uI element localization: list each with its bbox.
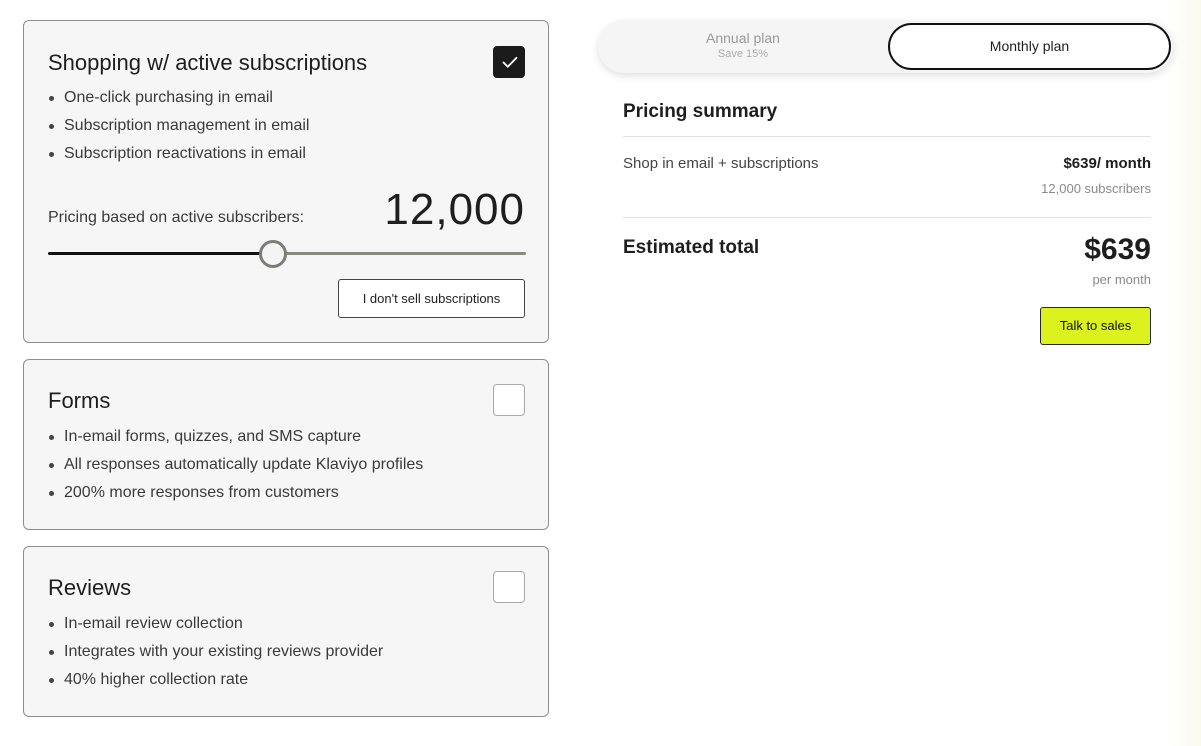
reviews-feature-list: In-email review collection Integrates wi… xyxy=(48,610,383,694)
talk-to-sales-button[interactable]: Talk to sales xyxy=(1040,307,1151,345)
bullet-icon xyxy=(49,622,54,627)
divider xyxy=(623,217,1151,218)
estimated-total-label: Estimated total xyxy=(623,237,760,258)
list-item: Subscription management in email xyxy=(48,112,309,140)
divider xyxy=(623,136,1151,137)
list-item: Integrates with your existing reviews pr… xyxy=(48,638,383,666)
list-item: 40% higher collection rate xyxy=(48,666,383,694)
pricing-summary-title: Pricing summary xyxy=(623,101,778,122)
estimated-total-period: per month xyxy=(1092,272,1151,287)
bullet-icon xyxy=(49,491,54,496)
list-item: In-email review collection xyxy=(48,610,383,638)
forms-checkbox[interactable] xyxy=(493,384,525,416)
reviews-checkbox[interactable] xyxy=(493,571,525,603)
subscribers-label: Pricing based on active subscribers: xyxy=(48,209,305,226)
bullet-icon xyxy=(49,124,54,129)
line-item-price: $639/ month xyxy=(1063,155,1151,172)
list-item: 200% more responses from customers xyxy=(48,479,423,507)
forms-card: Forms In-email forms, quizzes, and SMS c… xyxy=(23,359,549,530)
checkmark-icon xyxy=(502,56,518,68)
bullet-icon xyxy=(49,435,54,440)
shopping-card-title: Shopping w/ active subscriptions xyxy=(48,50,368,75)
plan-toggle: Annual plan Save 15% Monthly plan xyxy=(598,20,1173,73)
annual-savings-note: Save 15% xyxy=(717,48,769,60)
shopping-checkbox[interactable] xyxy=(493,46,525,78)
reviews-card-title: Reviews xyxy=(48,575,132,600)
annual-plan-label: Annual plan xyxy=(706,30,780,46)
line-item-name: Shop in email + subscriptions xyxy=(623,155,819,172)
monthly-plan-option[interactable]: Monthly plan xyxy=(888,23,1171,70)
list-item: One-click purchasing in email xyxy=(48,84,309,112)
subscriber-slider[interactable] xyxy=(48,240,526,268)
list-item: In-email forms, quizzes, and SMS capture xyxy=(48,423,423,451)
slider-fill xyxy=(48,252,273,255)
list-item: All responses automatically update Klavi… xyxy=(48,451,423,479)
bullet-icon xyxy=(49,678,54,683)
list-item: Subscription reactivations in email xyxy=(48,140,309,168)
bullet-icon xyxy=(49,152,54,157)
line-item-subscribers: 12,000 subscribers xyxy=(1041,181,1151,196)
subscriber-count: 12,000 xyxy=(384,185,525,234)
annual-plan-option[interactable]: Annual plan Save 15% xyxy=(598,20,888,73)
page-edge-fade xyxy=(1166,0,1201,746)
shopping-feature-list: One-click purchasing in email Subscripti… xyxy=(48,84,309,168)
bullet-icon xyxy=(49,96,54,101)
forms-feature-list: In-email forms, quizzes, and SMS capture… xyxy=(48,423,423,507)
slider-handle[interactable] xyxy=(258,240,287,268)
no-subscriptions-button[interactable]: I don't sell subscriptions xyxy=(338,279,525,318)
bullet-icon xyxy=(49,463,54,468)
reviews-card: Reviews In-email review collection Integ… xyxy=(23,546,549,717)
forms-card-title: Forms xyxy=(48,388,111,413)
shopping-card: Shopping w/ active subscriptions One-cli… xyxy=(23,20,549,343)
estimated-total-amount: $639 xyxy=(1084,233,1151,266)
bullet-icon xyxy=(49,650,54,655)
